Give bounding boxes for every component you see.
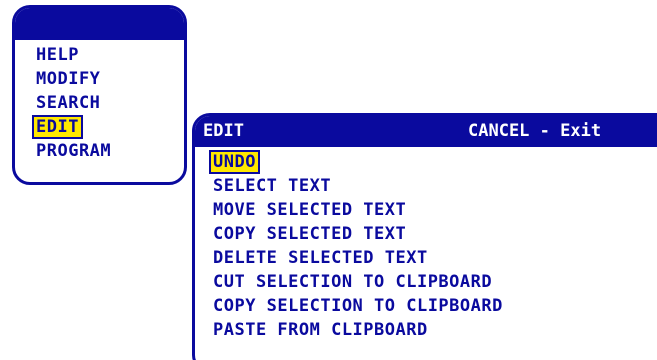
edit-submenu-panel: EDIT CANCEL - Exit UNDO SELECT TEXT MOVE… bbox=[192, 113, 657, 360]
menu-item-help[interactable]: HELP bbox=[32, 43, 83, 67]
edit-submenu-list: UNDO SELECT TEXT MOVE SELECTED TEXT COPY… bbox=[209, 150, 507, 342]
menu-item-copy-selection-to-clipboard[interactable]: COPY SELECTION TO CLIPBOARD bbox=[209, 294, 507, 318]
cancel-exit-hint[interactable]: CANCEL - Exit bbox=[468, 116, 601, 147]
menu-item-search[interactable]: SEARCH bbox=[32, 91, 104, 115]
menu-item-move-selected-text[interactable]: MOVE SELECTED TEXT bbox=[209, 198, 410, 222]
menu-item-cut-selection-to-clipboard[interactable]: CUT SELECTION TO CLIPBOARD bbox=[209, 270, 496, 294]
main-menu-titlebar bbox=[15, 8, 184, 40]
main-menu-panel: HELP MODIFY SEARCH EDIT PROGRAM bbox=[12, 5, 187, 185]
menu-item-undo[interactable]: UNDO bbox=[209, 150, 260, 174]
menu-item-delete-selected-text[interactable]: DELETE SELECTED TEXT bbox=[209, 246, 432, 270]
menu-item-copy-selected-text[interactable]: COPY SELECTED TEXT bbox=[209, 222, 410, 246]
menu-item-program[interactable]: PROGRAM bbox=[32, 139, 115, 163]
edit-submenu-titlebar: EDIT CANCEL - Exit bbox=[195, 116, 657, 147]
menu-item-select-text[interactable]: SELECT TEXT bbox=[209, 174, 335, 198]
edit-submenu-title: EDIT bbox=[203, 121, 244, 141]
menu-item-edit[interactable]: EDIT bbox=[32, 115, 83, 139]
menu-item-paste-from-clipboard[interactable]: PASTE FROM CLIPBOARD bbox=[209, 318, 432, 342]
main-menu-list: HELP MODIFY SEARCH EDIT PROGRAM bbox=[32, 43, 115, 163]
menu-item-modify[interactable]: MODIFY bbox=[32, 67, 104, 91]
